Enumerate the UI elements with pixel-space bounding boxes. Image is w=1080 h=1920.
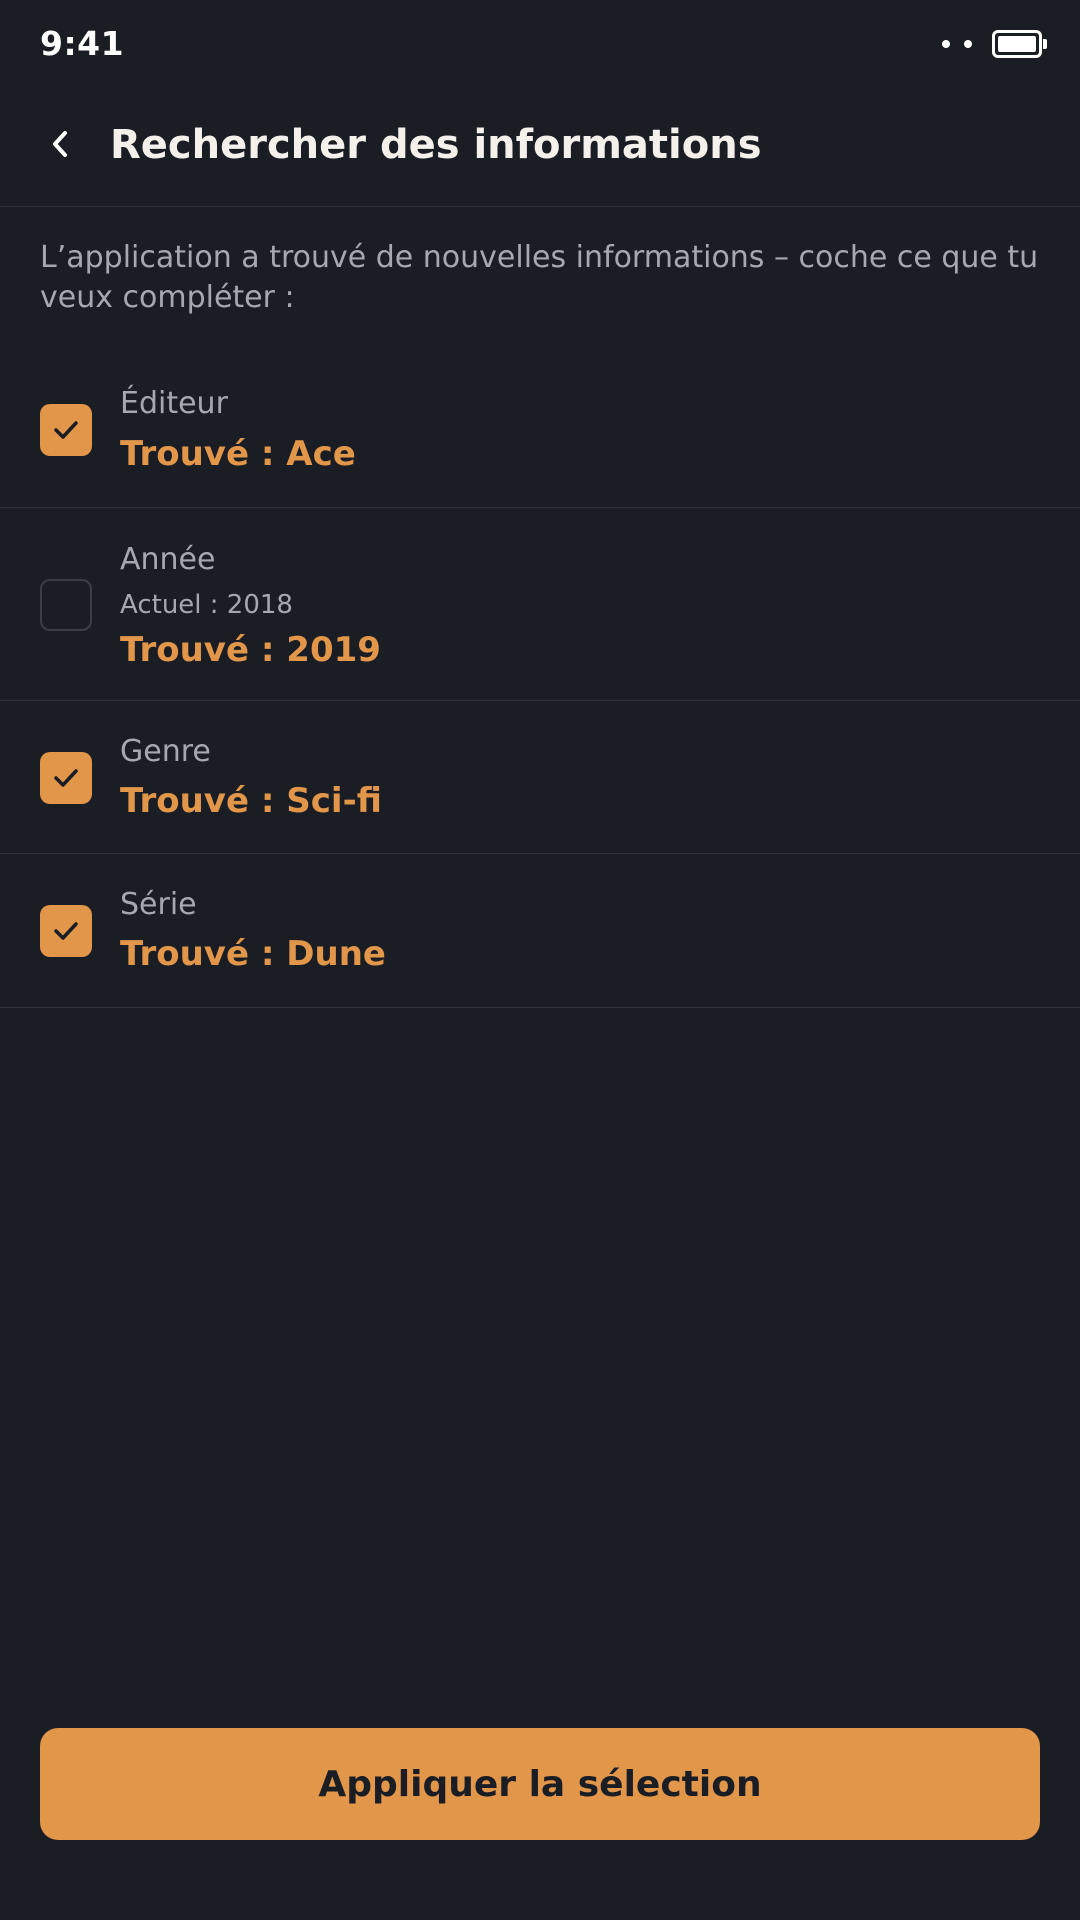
check-icon <box>54 922 78 940</box>
field-label: Année <box>120 542 216 577</box>
current-value: Actuel : 2018 <box>120 590 293 620</box>
status-bar: 9:41 <box>0 0 1080 90</box>
checkbox-annee[interactable] <box>40 579 92 631</box>
checkbox-genre[interactable] <box>40 752 92 804</box>
header: Rechercher des informations <box>0 100 1080 207</box>
field-row-genre[interactable]: Genre Trouvé : Sci-fi <box>0 701 1080 854</box>
field-list: Éditeur Trouvé : Ace Année Actuel : 2018… <box>0 352 1080 1008</box>
found-value: Trouvé : Sci-fi <box>120 781 382 821</box>
status-indicators <box>942 30 1047 58</box>
check-icon <box>54 421 78 439</box>
found-value: Trouvé : Ace <box>120 434 356 474</box>
page-title: Rechercher des informations <box>110 122 762 168</box>
found-value: Trouvé : 2019 <box>120 630 381 670</box>
field-row-annee[interactable]: Année Actuel : 2018 Trouvé : 2019 <box>0 508 1080 701</box>
found-value: Trouvé : Dune <box>120 934 386 974</box>
intro-text: L’application a trouvé de nouvelles info… <box>40 240 1039 315</box>
chevron-left-icon <box>53 131 67 157</box>
signal-dot-icon <box>964 40 972 48</box>
back-button[interactable] <box>36 120 84 168</box>
check-icon <box>54 769 78 787</box>
field-row-serie[interactable]: Série Trouvé : Dune <box>0 854 1080 1008</box>
apply-selection-button[interactable]: Appliquer la sélection <box>40 1728 1040 1840</box>
field-row-editeur[interactable]: Éditeur Trouvé : Ace <box>0 352 1080 508</box>
field-label: Série <box>120 887 197 922</box>
checkbox-serie[interactable] <box>40 905 92 957</box>
field-label: Genre <box>120 734 211 769</box>
field-label: Éditeur <box>120 386 228 421</box>
checkbox-editeur[interactable] <box>40 404 92 456</box>
battery-icon <box>992 30 1047 58</box>
status-time: 9:41 <box>40 24 125 63</box>
signal-dot-icon <box>942 40 950 48</box>
